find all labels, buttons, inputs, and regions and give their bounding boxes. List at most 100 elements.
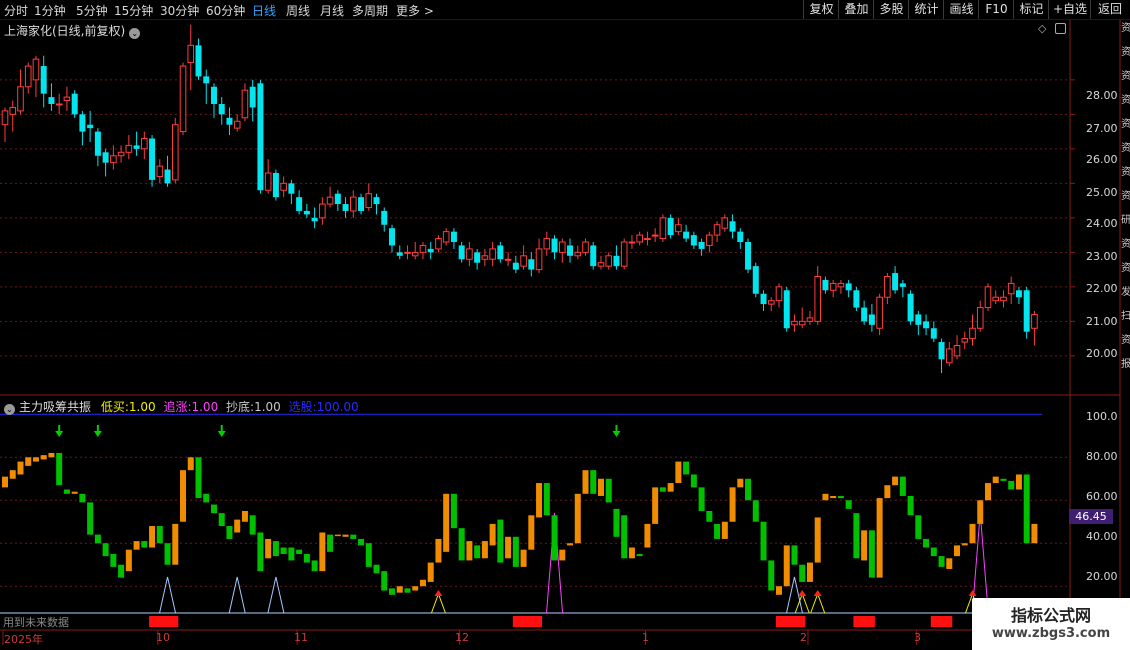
side-char: 发 (1121, 287, 1130, 298)
indicator-bar (241, 511, 248, 522)
candle-body (884, 276, 891, 298)
indicator-bar (737, 478, 744, 488)
indicator-bar (210, 504, 217, 514)
candle-body (141, 138, 148, 150)
tab-1min[interactable]: 1分钟 (34, 2, 66, 19)
indicator-bar (667, 483, 674, 492)
indicator-bar (125, 549, 132, 572)
indicator-bar (628, 547, 635, 559)
side-char: 资 (1121, 119, 1130, 130)
candle-body (358, 197, 365, 211)
diamond-icon[interactable]: ◇ (1038, 22, 1046, 35)
tab-monthly[interactable]: 月线 (320, 2, 344, 19)
tab-more[interactable]: 更多 > (396, 2, 434, 19)
tab-multi-period[interactable]: 多周期 (352, 2, 388, 19)
add-watchlist-button[interactable]: +自选 (1048, 0, 1091, 19)
tab-30min[interactable]: 30分钟 (160, 2, 199, 19)
watermark-title: 指标公式网 (1010, 606, 1091, 625)
indicator-bar (721, 521, 728, 539)
indicator-bar (799, 564, 806, 582)
indicator-bar (946, 558, 953, 570)
indicator-bar (118, 564, 125, 578)
indicator-bar (806, 562, 813, 582)
candle-body (961, 338, 969, 343)
candle-body (528, 259, 535, 270)
candle-body (187, 44, 195, 64)
candle-body (775, 286, 783, 302)
candle-body (411, 251, 419, 257)
indicator-bar (311, 560, 318, 572)
candle-body (342, 204, 349, 211)
candle-body (605, 255, 613, 267)
green-arrow-head (93, 431, 102, 437)
candle-body (264, 172, 272, 191)
candle-body (1015, 290, 1022, 298)
indicator-bar (652, 487, 659, 524)
tab-minute-realtime[interactable]: 分时 (4, 2, 28, 19)
indicator-bar (915, 515, 922, 539)
indicator-bar (752, 500, 759, 522)
mark-button[interactable]: 标记 (1013, 0, 1049, 19)
y-tick-label: 24.00 (1086, 217, 1118, 230)
indicator-bar (234, 519, 241, 533)
low-buy-peak (810, 592, 826, 614)
indicator-dropdown-icon[interactable]: ⌄ (4, 404, 15, 415)
buy-signal-arrow (434, 590, 443, 596)
x-tick-label: 11 (294, 631, 308, 644)
indicator-bar (899, 476, 906, 496)
window-toggle-icon[interactable] (1055, 23, 1066, 34)
indicator-bar (822, 493, 829, 501)
candle-body (319, 203, 326, 219)
candle-body (32, 58, 40, 81)
indicator-bar (102, 543, 109, 557)
y-tick-label: 20.00 (1086, 347, 1118, 360)
bottom-fish-value: 1.00 (254, 400, 281, 414)
indicator-bar (249, 515, 256, 535)
candle-body (171, 124, 179, 181)
x-tick-label: 10 (156, 631, 170, 644)
indicator-bar (40, 455, 47, 460)
tab-daily[interactable]: 日线 (252, 2, 276, 19)
candle-body (450, 231, 457, 242)
title-dropdown-icon[interactable]: ⌄ (129, 28, 141, 39)
candle-body (992, 296, 1000, 302)
multi-stock-button[interactable]: 多股 (873, 0, 909, 19)
indicator-bar (419, 579, 426, 587)
indicator-bar (512, 536, 519, 567)
candle-body (868, 314, 875, 325)
candle-body (210, 86, 217, 104)
indicator-bar (133, 541, 140, 550)
candle-body (976, 307, 984, 329)
candle-body (71, 93, 78, 115)
candle-body (837, 282, 845, 288)
candle-body (149, 138, 156, 180)
buy-zone-block (853, 616, 875, 627)
current-value-badge: 46.45 (1069, 509, 1113, 524)
back-button[interactable]: 返回 (1090, 0, 1129, 19)
indicator-bar (396, 586, 403, 593)
indicator-bar (907, 495, 914, 516)
green-arrow-head (612, 431, 621, 437)
overlay-button[interactable]: 叠加 (838, 0, 874, 19)
statistics-button[interactable]: 统计 (908, 0, 944, 19)
tab-15min[interactable]: 15分钟 (114, 2, 153, 19)
tab-60min[interactable]: 60分钟 (206, 2, 245, 19)
tab-5min[interactable]: 5分钟 (76, 2, 108, 19)
chart-canvas[interactable] (0, 0, 1130, 650)
indicator-bar (342, 534, 349, 537)
candle-body (296, 197, 303, 211)
indicator-bar (706, 511, 713, 522)
tab-weekly[interactable]: 周线 (286, 2, 310, 19)
candle-body (435, 238, 442, 250)
indicator-bar (443, 493, 450, 552)
draw-line-button[interactable]: 画线 (943, 0, 979, 19)
x-tick-label: 12 (455, 631, 469, 644)
f10-button[interactable]: F10 (978, 0, 1014, 19)
x-tick-label: 2 (800, 631, 807, 644)
candle-body (892, 273, 899, 291)
candle-body (791, 320, 798, 326)
candle-body (442, 231, 450, 243)
indicator-bar (218, 513, 225, 527)
indicator-bar (954, 545, 961, 557)
restore-rights-button[interactable]: 复权 (803, 0, 839, 19)
